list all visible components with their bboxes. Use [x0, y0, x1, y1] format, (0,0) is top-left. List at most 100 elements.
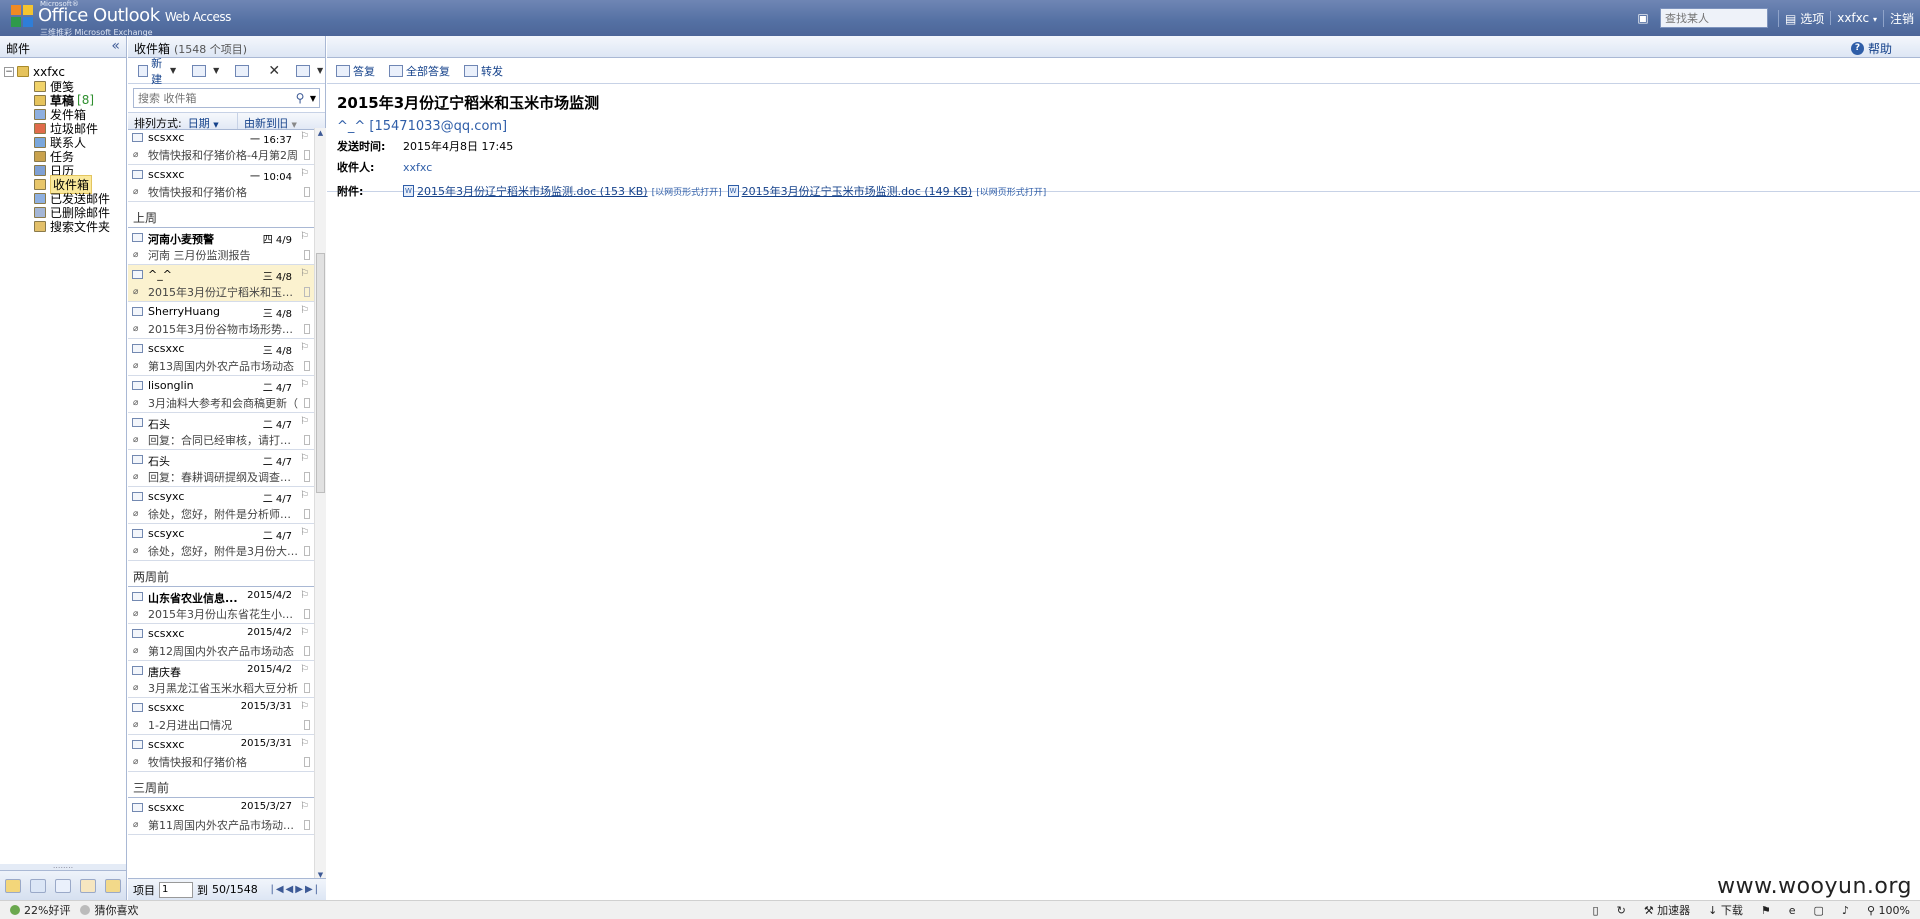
folder-item[interactable]: 搜索文件夹 — [4, 219, 126, 234]
flag-icon[interactable]: ⚐ — [300, 342, 309, 353]
zoom-control[interactable]: ⚲ 100% — [1867, 904, 1910, 917]
message-row[interactable]: ⌀ SherryHuang 三 4/8 ⚐2015年3月份谷物市场形势分析报告 — [128, 302, 314, 339]
flag-icon[interactable]: ⚐ — [300, 738, 309, 749]
scroll-thumb[interactable] — [316, 253, 325, 493]
message-row[interactable]: ⌀ scsxxc 一 10:04 ⚐ 牧情快报和仔猪价格 — [128, 165, 314, 202]
message-row[interactable]: ⌀ 石头 二 4/7 ⚐回复：合同已经审核，请打印4份盖章 — [128, 413, 314, 450]
flag-icon[interactable]: ⚐ — [300, 131, 309, 142]
address-book-icon[interactable]: ▣ — [1634, 11, 1652, 25]
contacts-module-icon[interactable] — [54, 878, 71, 893]
flag-icon[interactable]: ⚐ — [300, 268, 309, 279]
message-row[interactable]: ⌀ scsyxc 二 4/7 ⚐徐处，您好，附件是3月份大宗农产品 — [128, 524, 314, 561]
message-row[interactable]: ⌀ ^_^ 三 4/8 ⚐2015年3月份辽宁稻米和玉米市场监测 — [128, 265, 314, 302]
category-box[interactable] — [304, 757, 310, 767]
calendar-module-icon[interactable] — [29, 878, 46, 893]
category-box[interactable] — [304, 509, 310, 519]
open-as-webpage-link[interactable]: [以网页形式打开] — [976, 185, 1046, 198]
reply-button[interactable]: 答复 — [332, 61, 379, 81]
message-row[interactable]: ⌀ scsxxc 一 16:37 ⚐ 牧情快报和仔猪价格-4月第2周 — [128, 128, 314, 165]
category-box[interactable] — [304, 683, 310, 693]
message-row[interactable]: ⌀ scsxxc 2015/3/27 ⚐ 第11周国内外农产品市场动态-... — [128, 798, 314, 835]
delete-button[interactable]: ✕ — [264, 61, 284, 81]
category-box[interactable] — [304, 398, 310, 408]
view-button[interactable]: ▼ — [188, 61, 223, 81]
user-menu[interactable]: xxfxc ▾ — [1830, 11, 1883, 25]
flag-icon[interactable]: ⚐ — [300, 527, 309, 538]
category-box[interactable] — [304, 609, 310, 619]
message-row[interactable]: ⌀ 河南小麦预警 四 4/9 ⚐ 河南 三月份监测报告 — [128, 228, 314, 265]
find-person-input[interactable] — [1660, 8, 1769, 28]
forward-button[interactable]: 转发 — [460, 61, 507, 81]
flag-icon[interactable]: ⚐ — [300, 627, 309, 638]
category-box[interactable] — [304, 820, 310, 830]
message-body[interactable] — [327, 192, 1920, 892]
rating-item[interactable]: 22%好评 — [10, 902, 70, 918]
category-box[interactable] — [304, 187, 310, 197]
help-link[interactable]: ? 帮助 — [1850, 40, 1892, 57]
flag-icon[interactable]: ⚐ — [300, 590, 309, 601]
new-button[interactable]: 新建 ▼ — [134, 57, 180, 86]
message-row[interactable]: ⌀ 石头 二 4/7 ⚐ 回复：春耕调研提纲及调查问卷 — [128, 450, 314, 487]
phone-icon[interactable]: ▯ — [1593, 904, 1599, 917]
to-value[interactable]: xxfxc — [403, 161, 432, 174]
guess-item[interactable]: 猜你喜欢 — [80, 902, 138, 918]
ie-icon[interactable]: e — [1789, 904, 1796, 917]
accelerator-button[interactable]: ⚒ 加速器 — [1644, 902, 1690, 918]
message-row[interactable]: ⌀ scsxxc 2015/3/31 ⚐ 牧情快报和仔猪价格 — [128, 735, 314, 772]
category-box[interactable] — [304, 435, 310, 445]
refresh-icon[interactable]: ↻ — [1617, 904, 1626, 917]
flag-icon[interactable]: ⚐ — [300, 416, 309, 427]
message-sender[interactable]: ^_^ [15471033@qq.com] — [337, 119, 1910, 134]
category-box[interactable] — [304, 250, 310, 260]
chevron-down-icon[interactable]: ▼ — [170, 66, 176, 75]
category-box[interactable] — [304, 646, 310, 656]
message-row[interactable]: ⌀ scsyxc 二 4/7 ⚐徐处，您好，附件是分析师刚刚提交 — [128, 487, 314, 524]
message-row[interactable]: ⌀ scsxxc 三 4/8 ⚐ 第13周国内外农产品市场动态 — [128, 339, 314, 376]
window-icon[interactable]: ▢ — [1814, 904, 1824, 917]
flag-icon[interactable]: ⚐ — [300, 379, 309, 390]
flag-icon[interactable]: ⚐ — [300, 168, 309, 179]
category-box[interactable] — [304, 546, 310, 556]
message-row[interactable]: ⌀ scsxxc 2015/4/2 ⚐ 第12周国内外农产品市场动态 — [128, 624, 314, 661]
message-row[interactable]: ⌀ scsxxc 2015/3/31 ⚐ 1-2月进出口情况 — [128, 698, 314, 735]
attachment-link[interactable]: 2015年3月份辽宁玉米市场监测.doc (149 KB) — [742, 183, 973, 199]
options-link[interactable]: ▤ 选项 — [1778, 9, 1830, 27]
message-row[interactable]: ⌀ 山东省农业信息... 2015/4/2 ⚐2015年3月份山东省花生小麦市场 — [128, 587, 314, 624]
flag-icon[interactable]: ⚐ — [300, 701, 309, 712]
category-box[interactable] — [304, 324, 310, 334]
flag-icon[interactable]: ⚐ — [300, 490, 309, 501]
message-row[interactable]: ⌀ lisonglin 二 4/7 ⚐ 3月油料大参考和会商稿更新（ — [128, 376, 314, 413]
more-button[interactable]: ▼ — [292, 61, 327, 81]
volume-icon[interactable]: ♪ — [1842, 904, 1849, 917]
flag-icon[interactable]: ⚐ — [300, 801, 309, 812]
category-box[interactable] — [304, 150, 310, 160]
message-list-scrollbar[interactable]: ▲ ▼ — [314, 128, 326, 878]
scroll-up-icon[interactable]: ▲ — [316, 129, 325, 137]
sort-by[interactable]: 排列方式: 日期 ▼ — [128, 113, 238, 130]
download-button[interactable]: ↓ 下载 — [1708, 902, 1743, 918]
flag-icon[interactable]: ⚐ — [300, 305, 309, 316]
category-box[interactable] — [304, 361, 310, 371]
collapse-icon[interactable]: « — [111, 38, 120, 54]
flag-icon[interactable]: ⚑ — [1761, 904, 1771, 917]
sort-order[interactable]: 由新到旧 ▼ — [238, 113, 303, 130]
search-input[interactable] — [134, 89, 293, 107]
flag-icon[interactable]: ⚐ — [300, 231, 309, 242]
category-box[interactable] — [304, 287, 310, 297]
search-icon[interactable]: ⚲ — [293, 91, 307, 105]
message-row[interactable]: ⌀ 唐庆春 2015/4/2 ⚐ 3月黑龙江省玉米水稻大豆分析 — [128, 661, 314, 698]
chevron-down-icon[interactable]: ▼ — [307, 94, 319, 103]
category-box[interactable] — [304, 472, 310, 482]
flag-icon[interactable]: ⚐ — [300, 664, 309, 675]
scroll-down-icon[interactable]: ▼ — [316, 871, 325, 878]
attachment-link[interactable]: 2015年3月份辽宁稻米市场监测.doc (153 KB) — [417, 183, 648, 199]
mail-module-icon[interactable] — [4, 878, 21, 893]
next-page-icon[interactable]: ▶ — [295, 884, 305, 895]
open-as-webpage-link[interactable]: [以网页形式打开] — [652, 185, 722, 198]
logout-link[interactable]: 注销 — [1882, 9, 1920, 27]
last-page-icon[interactable]: ▶| — [305, 884, 320, 895]
tasks-module-icon[interactable] — [80, 878, 97, 893]
move-button[interactable] — [231, 61, 256, 81]
flag-icon[interactable]: ⚐ — [300, 453, 309, 464]
page-number-input[interactable] — [159, 881, 193, 898]
